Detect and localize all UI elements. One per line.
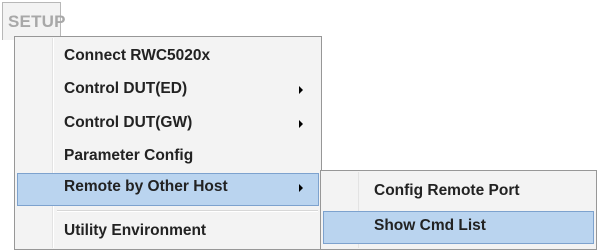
- menu-item-utility-environment[interactable]: Utility Environment: [17, 217, 319, 247]
- submenu-arrow-icon: [299, 120, 303, 128]
- menu-item-connect-rwc5020x[interactable]: Connect RWC5020x: [17, 42, 319, 72]
- menu-item-parameter-config[interactable]: Parameter Config: [17, 142, 319, 172]
- submenu-item-label: Config Remote Port: [374, 182, 520, 199]
- menu-separator: [57, 210, 318, 212]
- menu-item-label: Utility Environment: [64, 222, 207, 239]
- setup-dropdown-menu: Connect RWC5020x Control DUT(ED) Control…: [14, 36, 322, 250]
- menu-item-label: Parameter Config: [64, 147, 194, 164]
- setup-menu-tab-label: SETUP: [8, 12, 66, 31]
- submenu-item-label: Show Cmd List: [374, 217, 486, 234]
- submenu-item-show-cmd-list[interactable]: Show Cmd List: [323, 211, 594, 244]
- menu-item-label: Remote by Other Host: [64, 178, 228, 195]
- menu-item-label: Control DUT(GW): [64, 114, 193, 131]
- submenu-arrow-icon: [299, 184, 303, 192]
- menu-item-control-dut-gw[interactable]: Control DUT(GW): [17, 109, 319, 139]
- remote-by-other-host-submenu: Config Remote Port Show Cmd List: [320, 170, 597, 250]
- menu-item-label: Connect RWC5020x: [64, 47, 211, 64]
- menu-item-control-dut-ed[interactable]: Control DUT(ED): [17, 75, 319, 105]
- submenu-arrow-icon: [299, 86, 303, 94]
- setup-menu-tab[interactable]: SETUP: [2, 2, 65, 40]
- menu-item-label: Control DUT(ED): [64, 80, 188, 97]
- menu-item-remote-by-other-host[interactable]: Remote by Other Host: [17, 173, 319, 206]
- submenu-item-config-remote-port[interactable]: Config Remote Port: [323, 176, 594, 208]
